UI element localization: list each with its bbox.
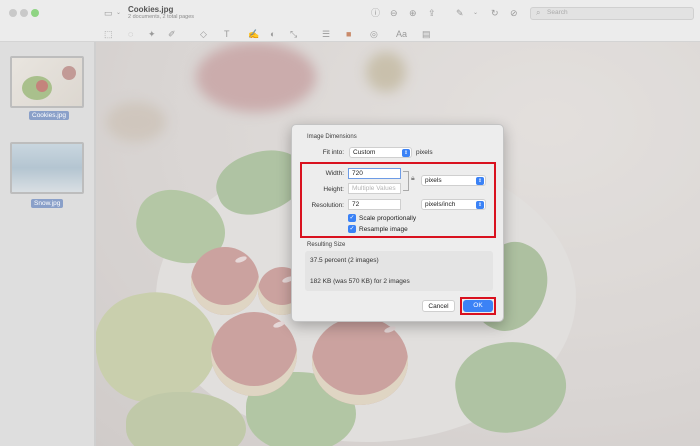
fit-into-value: Custom <box>353 149 376 156</box>
fill-color-icon[interactable]: ◎ <box>370 29 378 39</box>
markup-icon[interactable]: ✎ <box>456 8 464 18</box>
title-bar: ▭ ⌄ Cookies.jpg 2 documents, 2 total pag… <box>0 0 700 26</box>
chevron-down-icon[interactable]: ⌄ <box>116 8 121 18</box>
search-icon: ⌕ <box>536 8 541 17</box>
thumbnail-label-cookies[interactable]: Cookies.jpg <box>29 111 69 120</box>
description-icon[interactable]: ▤ <box>422 29 431 39</box>
fit-into-unit: pixels <box>416 149 433 156</box>
image-dimensions-heading: Image Dimensions <box>307 134 357 140</box>
close-window-button[interactable] <box>9 9 17 17</box>
dimensions-highlight-box <box>300 162 496 238</box>
adjust-color-icon[interactable]: ◐ <box>270 29 275 39</box>
resulting-size-heading: Resulting Size <box>307 242 346 248</box>
thumbnail-snow[interactable] <box>10 142 84 194</box>
share-icon[interactable]: ⇪ <box>428 8 436 18</box>
pen-icon[interactable]: ✐ <box>168 29 176 39</box>
markup-chevron-icon[interactable]: ⌄ <box>473 8 478 18</box>
font-icon[interactable]: Aa <box>396 29 407 39</box>
zoom-out-icon[interactable]: ⊖ <box>390 8 398 18</box>
lasso-icon[interactable]: ◌ <box>128 29 133 39</box>
fit-into-label: Fit into: <box>322 149 344 156</box>
result-file-size: 182 KB (was 570 KB) for 2 images <box>310 278 410 285</box>
info-icon[interactable]: ⓘ <box>371 8 380 18</box>
sidebar-toggle-icon[interactable]: ▭ <box>104 8 113 18</box>
sign-icon[interactable]: ✍ <box>248 29 259 39</box>
document-title: Cookies.jpg <box>128 5 174 14</box>
fit-into-popup[interactable]: Custom ⇕ <box>349 147 412 158</box>
thumbnail-sidebar: Cookies.jpg Snow.jpg <box>0 42 95 446</box>
zoom-in-icon[interactable]: ⊕ <box>409 8 417 18</box>
popup-chevron-icon: ⇕ <box>402 149 410 157</box>
search-placeholder: Search <box>547 9 568 16</box>
block-icon[interactable]: ⊘ <box>510 8 518 18</box>
instant-alpha-icon[interactable]: ✦ <box>148 29 156 39</box>
minimize-window-button[interactable] <box>20 9 28 17</box>
search-input[interactable]: ⌕ Search <box>530 7 694 20</box>
zoom-window-button[interactable] <box>31 9 39 17</box>
markup-toolbar: ⬚ ◌ ✦ ✐ ◇ T ✍ ◐ ⤡ ☰ ■ ◎ Aa ▤ <box>0 26 700 42</box>
thumbnail-cookies[interactable] <box>10 56 84 108</box>
rotate-icon[interactable]: ↻ <box>491 8 499 18</box>
shapes-icon[interactable]: ◇ <box>200 29 207 39</box>
selection-icon[interactable]: ⬚ <box>104 29 113 39</box>
cancel-button[interactable]: Cancel <box>422 300 455 312</box>
thumbnail-label-snow[interactable]: Snow.jpg <box>31 199 64 208</box>
document-subtitle: 2 documents, 2 total pages <box>128 14 195 20</box>
adjust-size-icon[interactable]: ⤡ <box>290 29 297 39</box>
ok-highlight-box <box>460 297 496 315</box>
result-percent: 37.5 percent (2 images) <box>310 257 379 264</box>
text-icon[interactable]: T <box>224 29 230 39</box>
border-style-icon[interactable]: ☰ <box>322 29 330 39</box>
border-color-icon[interactable]: ■ <box>346 29 351 39</box>
